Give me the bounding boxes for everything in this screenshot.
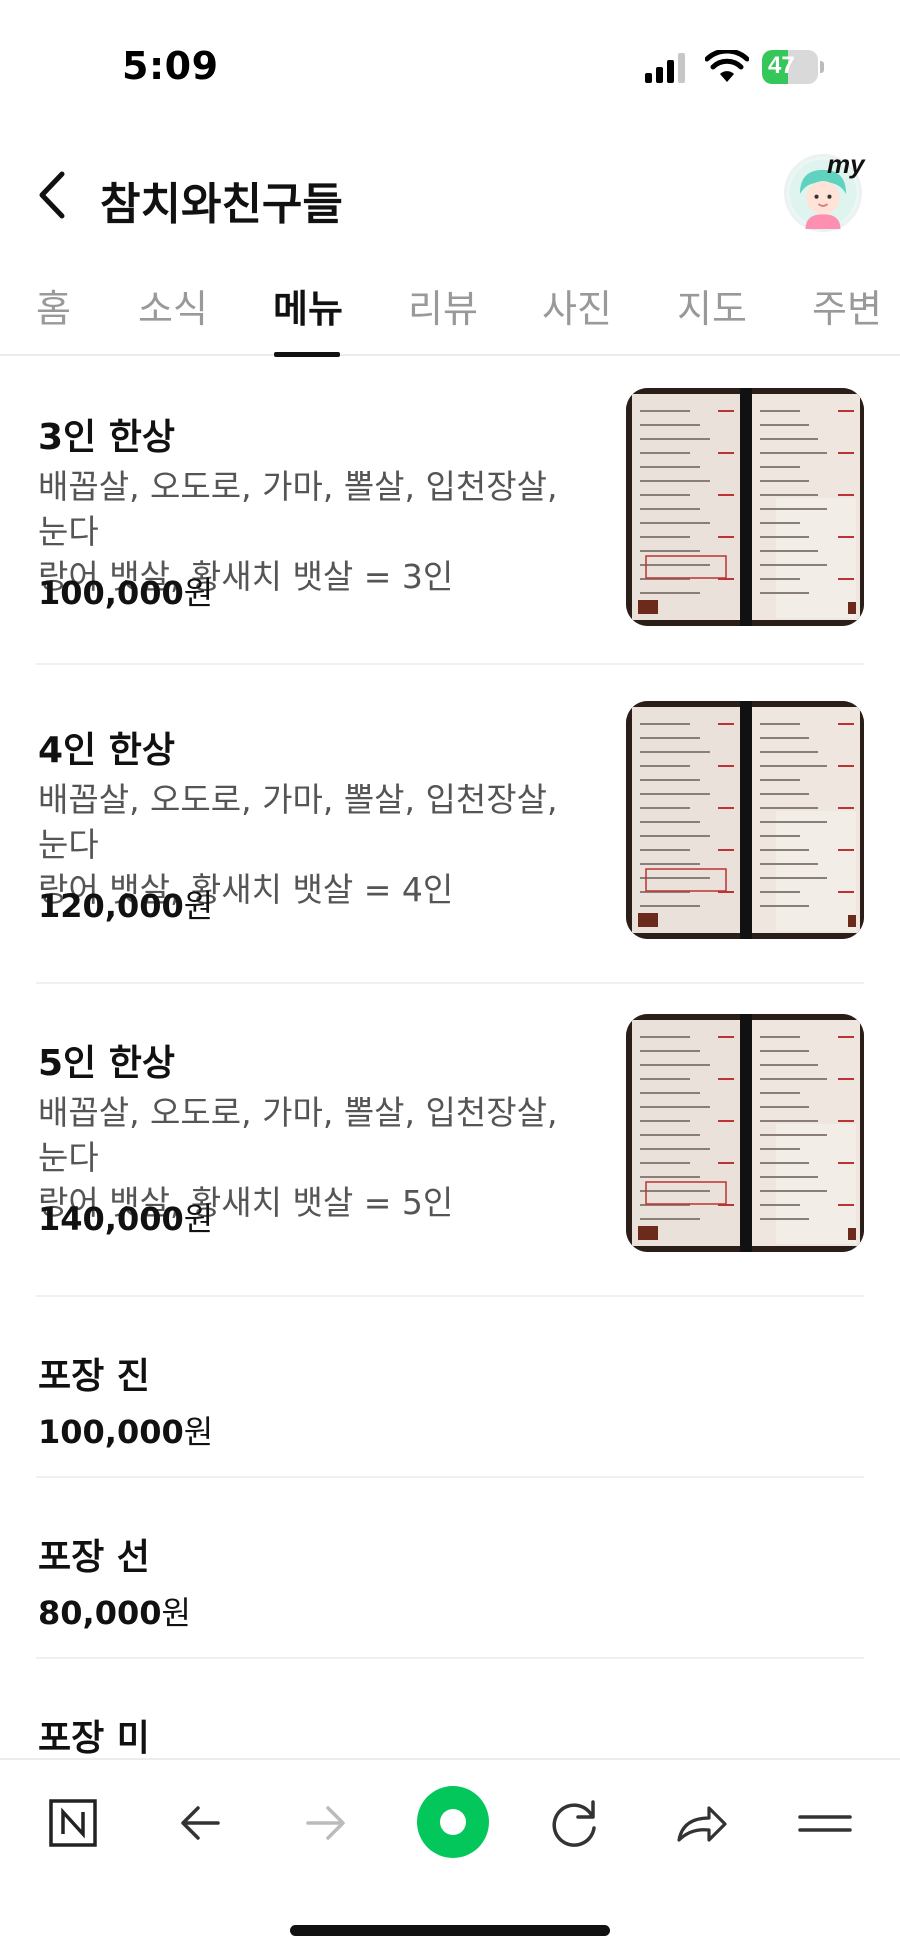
menu-board-image [626, 388, 864, 626]
menu-item-description-line: 배꼽살, 오도로, 가마, 뽈살, 입천장살, 눈다 [38, 1093, 558, 1177]
menu-item-takeout-mi[interactable]: 포장 미 [36, 1659, 864, 1759]
my-avatar-button[interactable]: my [784, 149, 865, 232]
browser-bottom-bar [0, 1758, 900, 1951]
menu-item-3-person-set[interactable]: 3인 한상 배꼽살, 오도로, 가마, 뽈살, 입천장살, 눈다 랑어 뱃살, … [36, 358, 864, 665]
price-value: 100,000 [38, 1413, 184, 1451]
forward-arrow-icon[interactable] [290, 1788, 360, 1858]
menu-item-price: 100,000원 [38, 568, 213, 614]
price-value: 140,000 [38, 1200, 184, 1238]
avatar-badge: my [827, 149, 865, 179]
menu-item-name: 포장 진 [38, 1356, 150, 1397]
price-value: 120,000 [38, 887, 184, 925]
menu-board-image [626, 701, 864, 939]
price-currency: 원 [183, 1200, 214, 1238]
tab-map[interactable]: 지도 [677, 278, 747, 333]
menu-item-name: 포장 미 [38, 1718, 150, 1759]
menu-board-image [626, 1014, 864, 1252]
tab-menu[interactable]: 메뉴 [273, 278, 343, 333]
active-tab-indicator [274, 352, 340, 357]
header: 참치와친구들 my [0, 140, 900, 250]
menu-item-name: 4인 한상 [38, 730, 175, 771]
menu-item-description-line: 배꼽살, 오도로, 가마, 뽈살, 입천장살, 눈다 [38, 780, 558, 864]
status-time: 5:09 [122, 44, 219, 88]
price-currency: 원 [183, 1413, 214, 1451]
menu-item-4-person-set[interactable]: 4인 한상 배꼽살, 오도로, 가마, 뽈살, 입천장살, 눈다 랑어 뱃살, … [36, 671, 864, 984]
tab-home[interactable]: 홈 [36, 278, 71, 333]
green-dot-icon[interactable] [413, 1782, 493, 1862]
tab-bar: 홈 소식 메뉴 리뷰 사진 지도 주변 [0, 256, 900, 357]
naver-n-icon[interactable] [38, 1788, 108, 1858]
price-currency: 원 [183, 887, 214, 925]
menu-item-takeout-seon[interactable]: 포장 선 80,000원 [36, 1478, 864, 1659]
menu-item-5-person-set[interactable]: 5인 한상 배꼽살, 오도로, 가마, 뽈살, 입천장살, 눈다 랑어 뱃살, … [36, 984, 864, 1297]
tab-nearby[interactable]: 주변 [812, 278, 882, 333]
status-bar: 5:09 47 [0, 0, 900, 130]
menu-item-name: 3인 한상 [38, 417, 175, 458]
menu-item-price: 100,000원 [38, 1407, 213, 1453]
battery-icon: 47 [762, 50, 824, 84]
price-value: 100,000 [38, 574, 184, 612]
menu-photo-thumbnail[interactable] [626, 388, 864, 626]
tab-news[interactable]: 소식 [138, 278, 208, 333]
menu-item-price: 140,000원 [38, 1194, 213, 1240]
price-currency: 원 [161, 1594, 191, 1632]
wifi-icon [705, 50, 749, 82]
battery-percent: 47 [768, 52, 795, 79]
menu-item-description-line: 배꼽살, 오도로, 가마, 뽈살, 입천장살, 눈다 [38, 467, 558, 551]
menu-item-takeout-jin[interactable]: 포장 진 100,000원 [36, 1297, 864, 1478]
cellular-signal-icon [645, 53, 685, 83]
menu-item-price: 120,000원 [38, 881, 213, 927]
menu-photo-thumbnail[interactable] [626, 701, 864, 939]
share-icon[interactable] [665, 1788, 735, 1858]
menu-item-name: 포장 선 [38, 1537, 150, 1578]
page-title: 참치와친구들 [100, 179, 343, 230]
menu-photo-thumbnail[interactable] [626, 1014, 864, 1252]
tab-reviews[interactable]: 리뷰 [408, 278, 478, 333]
menu-item-name: 5인 한상 [38, 1043, 175, 1084]
home-indicator [290, 1925, 610, 1936]
price-value: 80,000 [38, 1594, 162, 1632]
back-arrow-icon[interactable] [166, 1788, 236, 1858]
menu-item-price: 80,000원 [38, 1588, 191, 1634]
menu-icon[interactable] [790, 1788, 860, 1858]
tab-photos[interactable]: 사진 [542, 278, 612, 333]
refresh-icon[interactable] [540, 1788, 610, 1858]
back-chevron-icon[interactable] [34, 168, 68, 222]
price-currency: 원 [183, 574, 214, 612]
